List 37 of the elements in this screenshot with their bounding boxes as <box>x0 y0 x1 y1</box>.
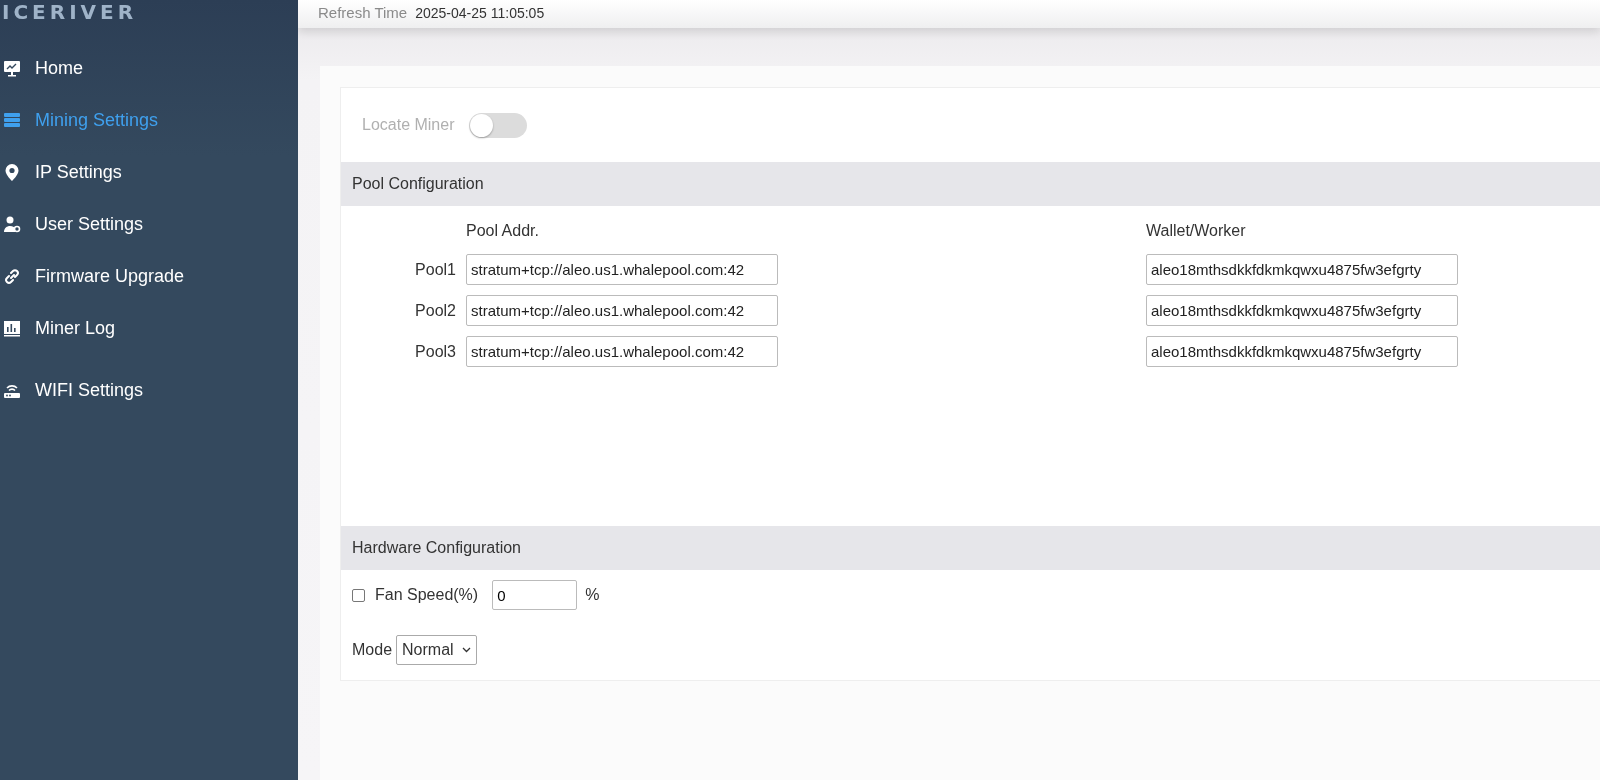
server-icon <box>3 111 21 129</box>
nav-item[interactable]: Home <box>0 42 298 94</box>
locate-miner-label: Locate Miner <box>362 116 455 134</box>
fan-speed-label: Fan Speed(%) <box>375 586 479 604</box>
wallet-worker-field[interactable]: aleo18mthsdkkfdkmkqwxu4875fw3efgrty <box>1146 254 1458 285</box>
nav-item[interactable]: IP Settings <box>0 146 298 198</box>
bar-chart-icon <box>3 319 21 337</box>
monitor-icon <box>3 59 21 77</box>
column-header: Wallet/Worker <box>1146 222 1247 241</box>
wallet-worker-field[interactable]: aleo18mthsdkkfdkmkqwxu4875fw3efgrty <box>1146 295 1458 326</box>
user-gear-icon <box>3 215 21 233</box>
percent-unit: % <box>585 586 600 604</box>
nav-item[interactable]: Firmware Upgrade <box>0 250 298 302</box>
nav-item[interactable]: Miner Log <box>0 302 298 354</box>
pool-address-field[interactable]: stratum+tcp://aleo.us1.whalepool.com:42 <box>466 295 778 326</box>
refresh-time-label: Refresh Time <box>318 4 408 21</box>
column-header: Pool Addr. <box>466 222 540 241</box>
pool-label: Pool1 <box>414 260 457 279</box>
location-pin-icon <box>3 163 21 181</box>
section-header: Pool Configuration <box>341 162 1600 206</box>
section-header: Hardware Configuration <box>341 526 1600 570</box>
nav-item[interactable]: WIFI Settings <box>0 364 298 416</box>
fan-speed-checkbox[interactable] <box>352 588 365 602</box>
mode-select[interactable]: Normal <box>396 635 477 665</box>
wallet-worker-field[interactable]: aleo18mthsdkkfdkmkqwxu4875fw3efgrty <box>1146 336 1458 367</box>
logo: ICERIVER <box>1 0 138 26</box>
caret-icon <box>461 647 471 653</box>
pool-address-field[interactable]: stratum+tcp://aleo.us1.whalepool.com:42 <box>466 336 778 367</box>
pool-address-field[interactable]: stratum+tcp://aleo.us1.whalepool.com:42 <box>466 254 778 285</box>
nav-item[interactable]: User Settings <box>0 198 298 250</box>
locate-miner-toggle[interactable] <box>468 112 527 138</box>
link-icon <box>3 267 21 285</box>
fan-speed-field[interactable]: 0 <box>492 580 578 610</box>
refresh-time-value: 2025-04-25 11:05:05 <box>415 5 545 21</box>
mode-label: Mode <box>352 641 393 659</box>
pool-label: Pool3 <box>414 342 457 361</box>
pool-label: Pool2 <box>414 301 457 320</box>
